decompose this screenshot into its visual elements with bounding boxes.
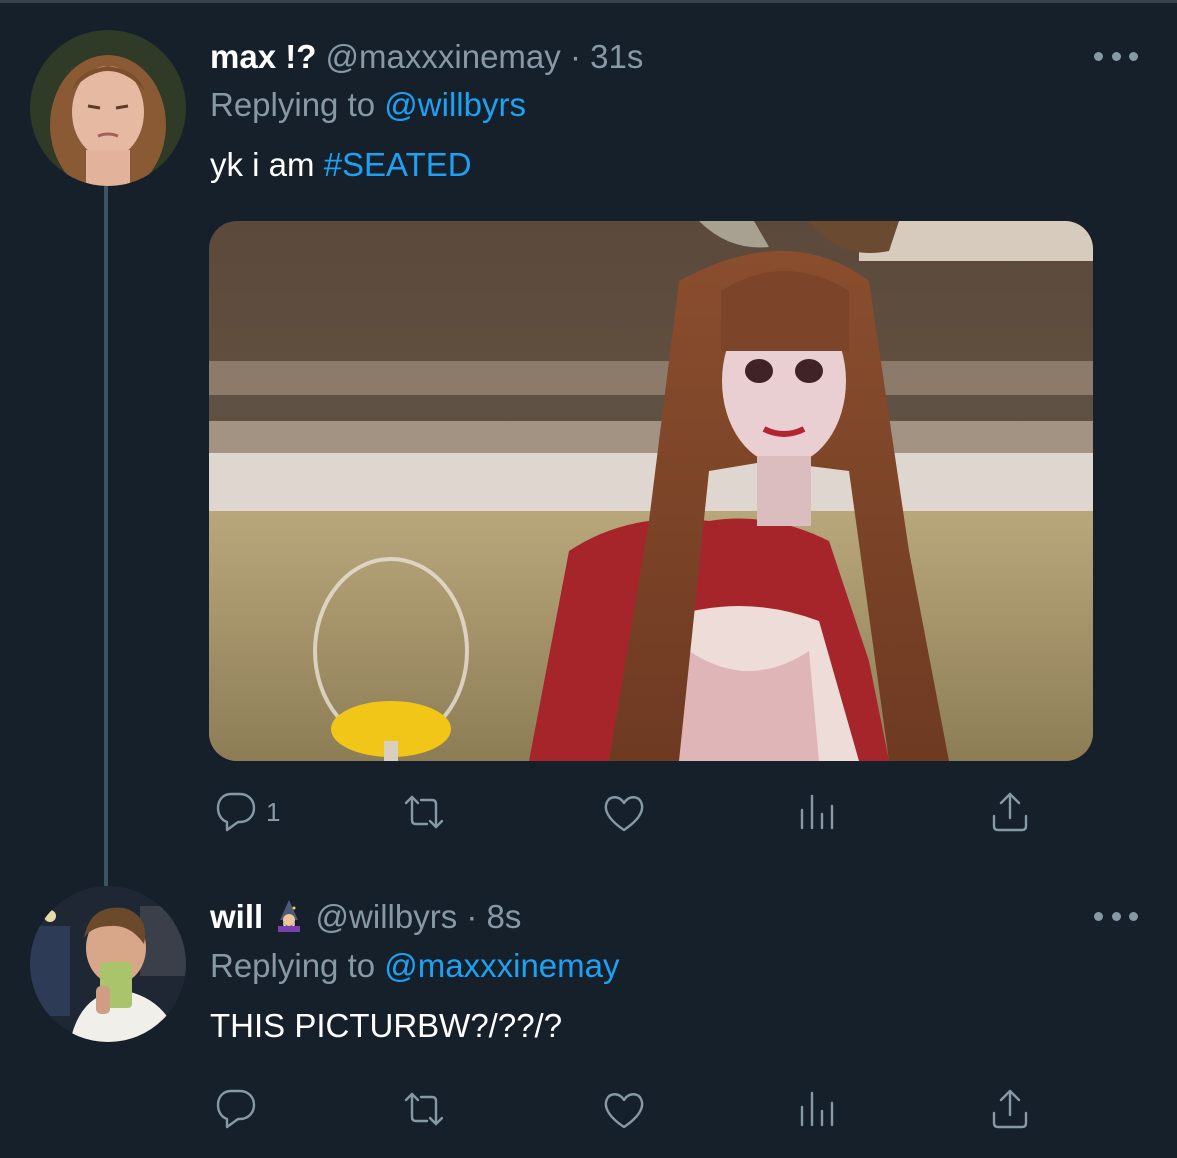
- top-divider: [0, 0, 1177, 3]
- like-icon: [604, 796, 644, 832]
- like-icon: [604, 1093, 644, 1129]
- reply-button[interactable]: 1: [212, 787, 280, 837]
- separator: ·: [466, 898, 478, 935]
- share-button[interactable]: [986, 787, 1034, 837]
- avatar-will[interactable]: [30, 886, 186, 1042]
- timestamp[interactable]: 31s: [590, 38, 643, 75]
- handle[interactable]: @willbyrs: [316, 898, 458, 935]
- replying-prefix: Replying to: [210, 947, 376, 984]
- more-icon[interactable]: [1094, 906, 1138, 926]
- like-button[interactable]: [600, 787, 648, 837]
- analytics-button[interactable]: [794, 1084, 842, 1134]
- analytics-icon: [800, 794, 834, 830]
- replying-to-mention[interactable]: @willbyrs: [384, 86, 526, 123]
- avatar-max[interactable]: [30, 30, 186, 186]
- display-name[interactable]: will: [210, 898, 263, 935]
- tweet-media-image[interactable]: [209, 221, 1093, 761]
- replying-prefix: Replying to: [210, 86, 376, 123]
- share-button[interactable]: [986, 1084, 1034, 1134]
- tweet-header: max !? @maxxxinemay · 31s: [210, 37, 643, 77]
- share-icon: [992, 792, 1028, 832]
- separator: ·: [569, 38, 581, 75]
- retweet-button[interactable]: [400, 1084, 448, 1134]
- analytics-button[interactable]: [794, 787, 842, 837]
- replying-to-line: Replying to @maxxxinemay: [210, 946, 620, 986]
- reply-icon: [216, 1089, 256, 1129]
- hashtag-link[interactable]: #SEATED: [324, 146, 472, 183]
- more-icon[interactable]: [1094, 46, 1138, 66]
- thread-connector-line: [104, 186, 108, 886]
- analytics-icon: [800, 1091, 834, 1127]
- tweet-text: yk i am #SEATED: [210, 145, 472, 185]
- timestamp[interactable]: 8s: [487, 898, 522, 935]
- share-icon: [992, 1089, 1028, 1129]
- reply-icon: [216, 792, 256, 832]
- tweet-header: will @willbyrs · 8s: [210, 897, 521, 937]
- tweet-text: THIS PICTURBW?/??/?: [210, 1007, 563, 1044]
- display-name[interactable]: max !?: [210, 38, 316, 75]
- like-button[interactable]: [600, 1084, 648, 1134]
- replying-to-mention[interactable]: @maxxxinemay: [384, 947, 619, 984]
- tweet-actions: [210, 1084, 1040, 1134]
- retweet-button[interactable]: [400, 787, 448, 837]
- retweet-icon: [404, 1092, 444, 1126]
- replying-to-line: Replying to @willbyrs: [210, 85, 526, 125]
- reply-count: 1: [266, 796, 281, 827]
- handle[interactable]: @maxxxinemay: [326, 38, 561, 75]
- retweet-icon: [404, 795, 444, 829]
- tweet-text-body: yk i am: [210, 146, 315, 183]
- reply-button[interactable]: [212, 1084, 260, 1134]
- mage-emoji-icon: [272, 898, 306, 932]
- tweet-actions: 1: [210, 787, 1040, 837]
